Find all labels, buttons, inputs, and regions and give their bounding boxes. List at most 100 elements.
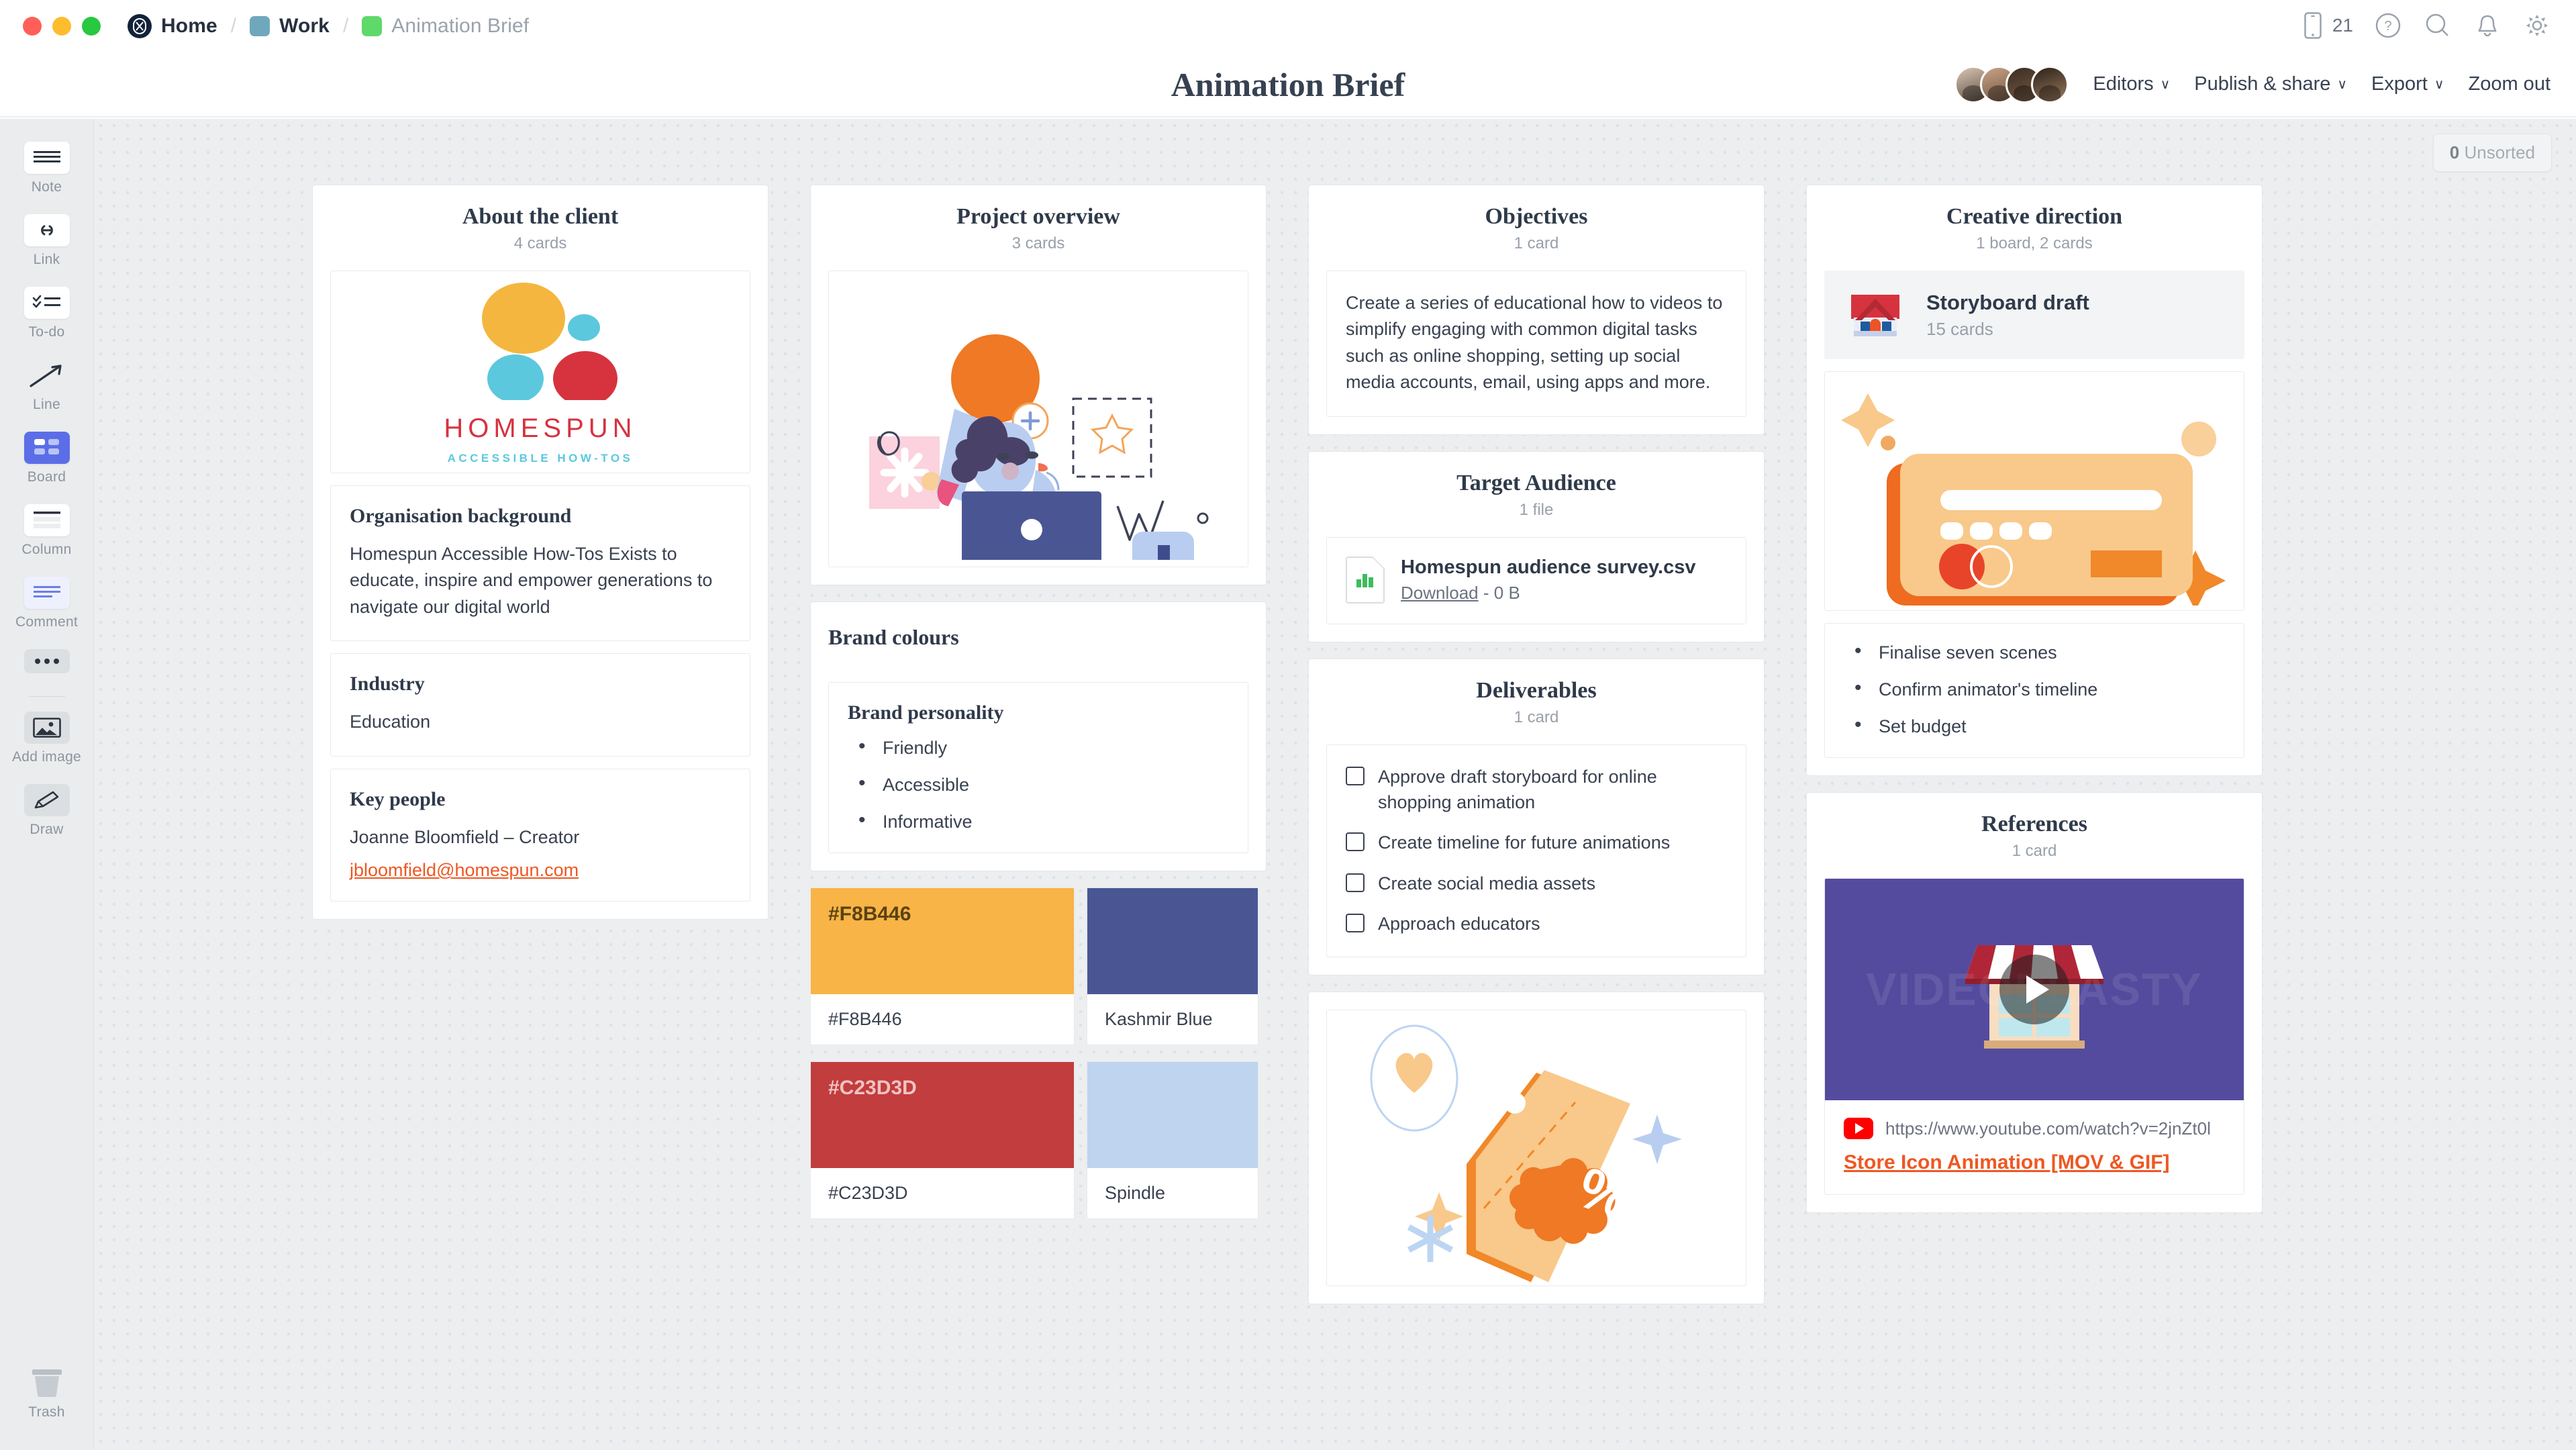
minimize-window-button[interactable] <box>52 17 71 36</box>
group-brand-colours[interactable]: Brand colours Brand personality Friendly… <box>810 601 1267 871</box>
tool-more[interactable] <box>0 649 93 673</box>
group-subtitle: 3 cards <box>1011 234 1065 252</box>
key-people-email-link[interactable]: jbloomfield@homespun.com <box>350 860 579 880</box>
phone-counter[interactable]: 21 <box>2298 11 2353 40</box>
gear-icon[interactable] <box>2522 11 2552 40</box>
checklist-item[interactable]: Approach educators <box>1346 911 1727 936</box>
house-board-icon <box>1851 295 1899 336</box>
card-credit-card-illustration[interactable] <box>1824 371 2244 611</box>
more-dots-icon <box>23 649 70 673</box>
group-subtitle: 1 card <box>1514 234 1559 252</box>
group-about-the-client[interactable]: About the client 4 cards HOMESPUN ACCESS… <box>312 185 769 920</box>
swatch-row-2: #C23D3D #C23D3D Spindle <box>810 1061 1267 1219</box>
card-deliverables-checklist[interactable]: Approve draft storyboard for online shop… <box>1326 744 1746 958</box>
editors-button[interactable]: Editors ∨ <box>2093 73 2170 95</box>
checklist-item[interactable]: Create timeline for future animations <box>1346 830 1727 855</box>
group-subtitle: 1 board, 2 cards <box>1976 234 2093 252</box>
swatch-caption: Kashmir Blue <box>1105 1009 1213 1029</box>
group-header: References 1 card <box>1824 812 2244 861</box>
board-header: Animation Brief Editors ∨ Publish & shar… <box>0 52 2576 117</box>
tool-trash[interactable]: Trash <box>28 1365 66 1420</box>
card-audience-file[interactable]: Homespun audience survey.csv Download - … <box>1326 536 1746 624</box>
card-woman-at-laptop[interactable] <box>828 271 1248 567</box>
page-title: Animation Brief <box>1171 65 1405 103</box>
video-title-link[interactable]: Store Icon Animation [MOV & GIF] <box>1844 1151 2225 1174</box>
swatch-f8b446[interactable]: #F8B446 #F8B446 <box>810 887 1075 1045</box>
video-url-row[interactable]: https://www.youtube.com/watch?v=2jnZt0l <box>1844 1118 2225 1139</box>
breadcrumb-item-work[interactable]: Work <box>250 15 330 38</box>
chevron-down-icon: ∨ <box>2434 77 2444 92</box>
card-reference-video[interactable]: VIDEOPLASTY <box>1824 878 2244 1195</box>
draw-pencil-icon <box>23 784 70 816</box>
group-title: References <box>1981 812 2087 836</box>
checkbox[interactable] <box>1346 913 1365 932</box>
card-brand-personality[interactable]: Brand personality Friendly Accessible In… <box>828 682 1248 853</box>
group-creative-direction[interactable]: Creative direction 1 board, 2 cards Stor… <box>1806 185 2263 776</box>
swatch-kashmir-blue[interactable]: Kashmir Blue <box>1087 887 1258 1045</box>
group-price-tag[interactable]: % <box>1308 992 1765 1305</box>
avatar[interactable] <box>2031 65 2069 103</box>
publish-share-button[interactable]: Publish & share ∨ <box>2194 73 2347 95</box>
breadcrumb-item-home[interactable]: Home <box>128 14 217 38</box>
file-size: - 0 B <box>1483 582 1520 603</box>
breadcrumb: Home / Work / Animation Brief <box>128 14 529 38</box>
group-deliverables[interactable]: Deliverables 1 card Approve draft storyb… <box>1308 658 1765 976</box>
tool-todo[interactable]: To-do <box>0 287 93 340</box>
file-meta: Download - 0 B <box>1401 583 1695 603</box>
group-target-audience[interactable]: Target Audience 1 file Homespun audience… <box>1308 450 1765 642</box>
board-storyboard-draft[interactable]: Storyboard draft 15 cards <box>1824 271 2244 359</box>
group-references[interactable]: References 1 card VIDEOPLASTY <box>1806 792 2263 1213</box>
breadcrumb-item-animation-brief[interactable]: Animation Brief <box>362 15 529 38</box>
tool-draw[interactable]: Draw <box>0 784 93 838</box>
tool-note[interactable]: Note <box>0 142 93 195</box>
checkbox[interactable] <box>1346 766 1365 785</box>
checklist-label: Approve draft storyboard for online shop… <box>1378 766 1657 812</box>
tool-board[interactable]: Board <box>0 432 93 485</box>
column-icon <box>23 504 70 536</box>
card-organisation-background[interactable]: Organisation background Homespun Accessi… <box>330 485 750 642</box>
export-button[interactable]: Export ∨ <box>2371 73 2444 95</box>
card-industry[interactable]: Industry Education <box>330 653 750 757</box>
tool-link[interactable]: Link <box>0 214 93 268</box>
tool-line[interactable]: Line <box>0 359 93 413</box>
zoom-out-button[interactable]: Zoom out <box>2469 73 2551 95</box>
file-row[interactable]: Homespun audience survey.csv Download - … <box>1346 556 1727 603</box>
search-icon[interactable] <box>2423 11 2453 40</box>
tool-label-link: Link <box>33 252 60 267</box>
zoom-out-label: Zoom out <box>2468 73 2551 95</box>
checklist-item[interactable]: Approve draft storyboard for online shop… <box>1346 764 1727 816</box>
breadcrumb-separator: / <box>230 15 237 37</box>
group-header: Objectives 1 card <box>1326 204 1746 253</box>
close-window-button[interactable] <box>23 17 42 36</box>
tool-column[interactable]: Column <box>0 504 93 558</box>
breadcrumb-label-home: Home <box>161 15 217 37</box>
video-thumbnail[interactable]: VIDEOPLASTY <box>1825 879 2244 1100</box>
card-creative-bullets[interactable]: Finalise seven scenes Confirm animator's… <box>1824 623 2244 758</box>
board-canvas[interactable]: 0 Unsorted About the client 4 cards HOME… <box>94 119 2576 1450</box>
swatch-spindle[interactable]: Spindle <box>1087 1061 1258 1219</box>
bell-icon[interactable] <box>2473 11 2502 40</box>
left-toolbar: Note Link To-do Line Board Column Commen… <box>0 119 94 1450</box>
card-key-people[interactable]: Key people Joanne Bloomfield – Creator j… <box>330 768 750 902</box>
checklist-item[interactable]: Create social media assets <box>1346 871 1727 896</box>
card-homespun-logo[interactable]: HOMESPUN ACCESSIBLE HOW-TOS <box>330 271 750 473</box>
play-button[interactable] <box>1999 955 2069 1024</box>
group-project-overview[interactable]: Project overview 3 cards <box>810 185 1267 585</box>
board-name: Storyboard draft <box>1926 290 2089 314</box>
group-header: Project overview 3 cards <box>828 204 1248 253</box>
checkbox[interactable] <box>1346 873 1365 892</box>
help-icon[interactable]: ? <box>2373 11 2403 40</box>
group-objectives[interactable]: Objectives 1 card Create a series of edu… <box>1308 185 1765 435</box>
card-body: Create a series of educational how to vi… <box>1346 293 1723 393</box>
tool-add-image[interactable]: Add image <box>0 712 93 765</box>
file-download-link[interactable]: Download <box>1401 583 1479 603</box>
maximize-window-button[interactable] <box>82 17 101 36</box>
card-price-tag[interactable]: % <box>1326 1010 1746 1287</box>
swatch-caption: Spindle <box>1105 1183 1166 1203</box>
checkbox[interactable] <box>1346 832 1365 852</box>
editor-avatars[interactable] <box>1954 65 2069 103</box>
swatch-c23d3d[interactable]: #C23D3D #C23D3D <box>810 1061 1075 1219</box>
tool-comment[interactable]: Comment <box>0 577 93 630</box>
unsorted-badge[interactable]: 0 Unsorted <box>2432 134 2552 172</box>
card-objectives-text[interactable]: Create a series of educational how to vi… <box>1326 271 1746 417</box>
